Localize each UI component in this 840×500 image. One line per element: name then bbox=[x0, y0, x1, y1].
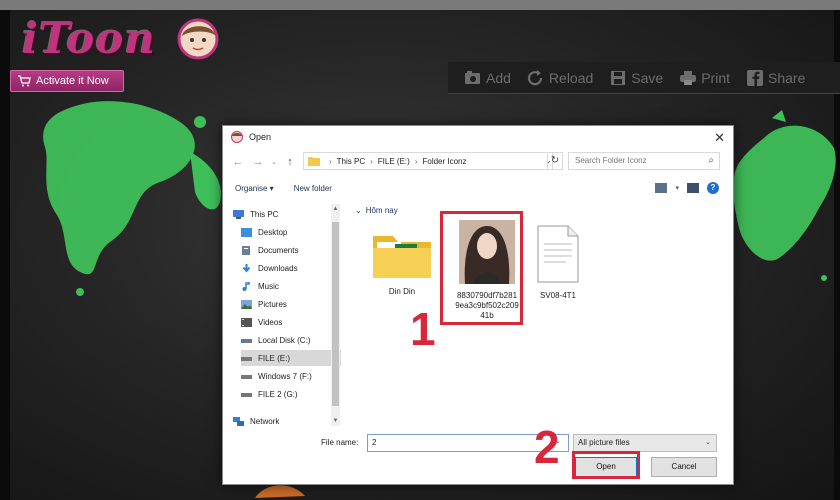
collapse-chevron-icon: ⌄ bbox=[355, 206, 362, 215]
nav-item-desktop[interactable]: Desktop bbox=[241, 224, 341, 240]
preview-pane-icon[interactable] bbox=[687, 183, 699, 193]
step-number-1: 1 bbox=[410, 303, 436, 355]
highlight-box-open bbox=[572, 451, 640, 479]
downloads-icon bbox=[242, 263, 251, 273]
help-icon[interactable]: ? bbox=[707, 182, 719, 194]
folder-with-excel-icon: X bbox=[373, 236, 431, 278]
dialog-title: Open bbox=[249, 132, 272, 142]
file-name: SV08-4T1 bbox=[539, 291, 577, 300]
nav-item-file2-g[interactable]: FILE 2 (G:) bbox=[241, 386, 341, 402]
navigation-pane: This PC Desktop Documents Downloads Musi… bbox=[231, 204, 341, 426]
up-arrow-icon[interactable]: ↑ bbox=[283, 156, 297, 168]
file-item-document[interactable]: SV08-4T1 bbox=[523, 224, 593, 301]
videos-icon bbox=[241, 317, 252, 327]
app-logo: iToon bbox=[22, 14, 156, 63]
file-list: ⌄ Hôm nay X Din Din 8830790df7b281 9ea3c… bbox=[347, 204, 731, 426]
cancel-button[interactable]: Cancel bbox=[651, 457, 717, 477]
new-folder-button[interactable]: New folder bbox=[294, 184, 332, 193]
search-input[interactable]: Search Folder Iconz ⌕ bbox=[568, 152, 720, 170]
toolbar-reload-button[interactable]: Reload bbox=[527, 69, 593, 86]
network-icon bbox=[233, 416, 244, 426]
document-icon bbox=[537, 225, 579, 283]
music-icon bbox=[242, 281, 250, 291]
file-name-label: File name: bbox=[321, 438, 359, 447]
activate-label: Activate it Now bbox=[36, 75, 109, 87]
command-bar: Organise ▾ New folder ▾ ? bbox=[223, 178, 733, 198]
add-photo-icon bbox=[465, 70, 480, 84]
file-item-folder[interactable]: X Din Din bbox=[367, 228, 437, 297]
itoon-app-icon bbox=[231, 131, 243, 143]
nav-item-local-disk-c[interactable]: Local Disk (C:) bbox=[241, 332, 341, 348]
step-number-2: 2 bbox=[534, 421, 560, 473]
documents-icon bbox=[242, 245, 250, 255]
activate-button[interactable]: Activate it Now bbox=[10, 70, 124, 92]
nav-item-videos[interactable]: Videos bbox=[241, 314, 341, 330]
toolbar-print-button[interactable]: Print bbox=[679, 70, 730, 86]
nav-item-pictures[interactable]: Pictures bbox=[241, 296, 341, 312]
logo-avatar-icon bbox=[177, 18, 219, 60]
address-row: ← → ⌄ ↑ › This PC › FILE (E:) › Folder I… bbox=[223, 152, 733, 172]
nav-item-network[interactable]: Network bbox=[233, 413, 333, 429]
toolbar-add-button[interactable]: Add bbox=[464, 70, 511, 86]
nav-item-documents[interactable]: Documents bbox=[241, 242, 341, 258]
file-name: Din Din bbox=[388, 287, 416, 296]
scroll-up-icon[interactable]: ▲ bbox=[331, 206, 340, 212]
search-icon: ⌕ bbox=[708, 155, 714, 166]
save-icon bbox=[611, 70, 626, 85]
folder-icon bbox=[308, 157, 320, 166]
back-arrow-icon[interactable]: ← bbox=[231, 156, 245, 168]
app-toolbar: Add Reload Save Print Share bbox=[448, 62, 840, 94]
scroll-down-icon[interactable]: ▼ bbox=[331, 418, 340, 424]
facebook-icon bbox=[747, 69, 764, 86]
organise-menu[interactable]: Organise ▾ bbox=[235, 184, 274, 193]
change-view-icon[interactable] bbox=[655, 183, 668, 193]
dialog-titlebar: Open ✕ bbox=[223, 126, 733, 148]
pictures-icon bbox=[241, 299, 252, 309]
drive-icon bbox=[241, 374, 252, 379]
toolbar-save-button[interactable]: Save bbox=[609, 70, 663, 86]
address-bar[interactable]: › This PC › FILE (E:) › Folder Iconz bbox=[303, 152, 553, 170]
file-type-filter-select[interactable]: All picture files ⌄ bbox=[573, 434, 717, 452]
breadcrumb-drive[interactable]: FILE (E:) bbox=[378, 157, 410, 166]
nav-item-this-pc[interactable]: This PC bbox=[233, 206, 333, 222]
group-header[interactable]: ⌄ Hôm nay bbox=[355, 206, 398, 215]
desktop-icon bbox=[241, 227, 252, 237]
drive-icon bbox=[241, 338, 252, 343]
reload-icon bbox=[527, 69, 543, 85]
breadcrumb-folder[interactable]: Folder Iconz bbox=[422, 157, 466, 166]
nav-item-windows7-f[interactable]: Windows 7 (F:) bbox=[241, 368, 341, 384]
chevron-down-icon: ⌄ bbox=[705, 439, 711, 446]
breadcrumb-this-pc[interactable]: This PC bbox=[337, 157, 365, 166]
highlight-box-image bbox=[440, 211, 523, 325]
view-dropdown-icon[interactable]: ▾ bbox=[675, 184, 679, 192]
nav-item-music[interactable]: Music bbox=[241, 278, 341, 294]
drive-icon bbox=[241, 392, 252, 397]
scrollbar-thumb[interactable] bbox=[332, 222, 339, 406]
computer-icon bbox=[233, 209, 244, 219]
refresh-button[interactable]: ↻ bbox=[547, 152, 563, 170]
window-top-edge bbox=[0, 0, 840, 10]
dialog-close-button[interactable]: ✕ bbox=[714, 130, 725, 146]
cart-icon bbox=[18, 75, 31, 87]
window-left-edge bbox=[0, 10, 10, 500]
nav-item-downloads[interactable]: Downloads bbox=[241, 260, 341, 276]
forward-arrow-icon[interactable]: → bbox=[251, 156, 265, 168]
drive-icon bbox=[241, 356, 252, 361]
toolbar-share-button[interactable]: Share bbox=[746, 69, 805, 86]
view-controls: ▾ ? bbox=[655, 182, 719, 194]
recent-locations-icon[interactable]: ⌄ bbox=[267, 158, 281, 166]
nav-item-file-e[interactable]: FILE (E:) bbox=[241, 350, 341, 366]
print-icon bbox=[680, 70, 697, 85]
navigation-scrollbar[interactable]: ▲ ▼ bbox=[331, 204, 340, 426]
